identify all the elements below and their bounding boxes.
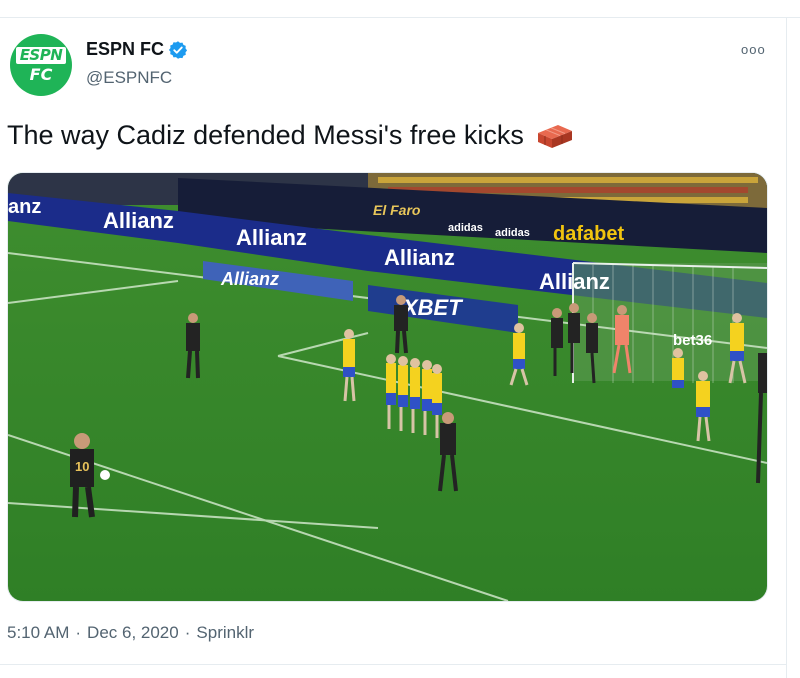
ball (100, 470, 110, 480)
goalkeeper (615, 315, 629, 345)
avatar-line2: FC (29, 65, 53, 84)
board-allianz-2: Allianz (236, 225, 307, 250)
tweet-date[interactable]: Dec 6, 2020 (87, 623, 179, 643)
tweet-meta: 5:10 AM · Dec 6, 2020 · Sprinklr (7, 623, 254, 643)
brick-icon (537, 124, 572, 148)
avatar[interactable]: ESPN FC (10, 34, 72, 96)
football-free-kick-photo: anz Allianz Allianz Allianz Allianz El F… (8, 173, 767, 601)
tweet-media-photo[interactable]: anz Allianz Allianz Allianz Allianz El F… (7, 172, 768, 602)
board-adidas-1: adidas (448, 222, 483, 234)
board-allianz-3: Allianz (384, 245, 455, 270)
tweet-time[interactable]: 5:10 AM (7, 623, 69, 643)
board-allianz-1: Allianz (103, 208, 174, 233)
handle[interactable]: @ESPNFC (86, 68, 172, 88)
board-adidas-2: adidas (495, 227, 530, 239)
tweet-source[interactable]: Sprinklr (196, 623, 254, 643)
board-bet: bet36 (673, 332, 712, 349)
more-options-icon[interactable]: ooo (741, 42, 766, 57)
messi-number: 10 (75, 459, 89, 474)
avatar-line1: ESPN (15, 47, 67, 64)
display-name[interactable]: ESPN FC (86, 39, 164, 60)
author-name-row: ESPN FC (86, 39, 188, 60)
board-dafabet: dafabet (553, 223, 624, 245)
verified-badge-icon (168, 40, 188, 59)
board-allianz-cut: anz (8, 196, 41, 218)
meta-separator-1: · (75, 623, 82, 642)
pitch-board-allianz: Allianz (220, 269, 279, 289)
right-divider (786, 17, 787, 678)
tweet-text-content: The way Cadiz defended Messi's free kick… (7, 120, 524, 150)
top-divider (0, 17, 800, 18)
board-elfaro: El Faro (373, 202, 421, 218)
bottom-divider (0, 664, 786, 665)
meta-separator-2: · (184, 623, 191, 642)
pitch-board-xbet: XBET (401, 295, 463, 320)
board-allianz-4: Allianz (539, 269, 610, 294)
tweet-text: The way Cadiz defended Messi's free kick… (7, 120, 574, 151)
